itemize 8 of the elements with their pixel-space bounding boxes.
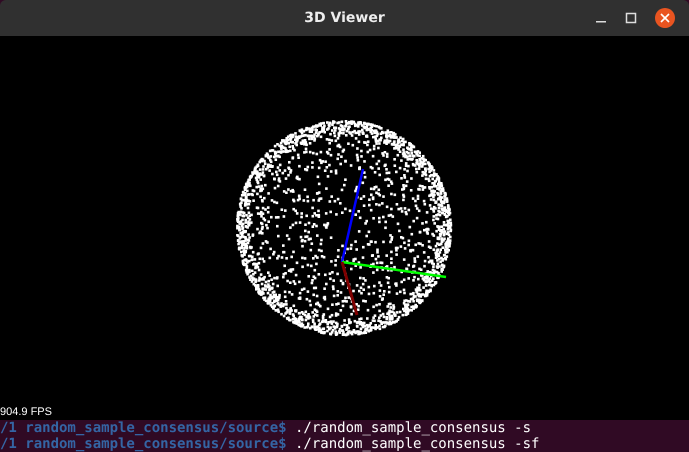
maximize-button[interactable] bbox=[625, 12, 637, 24]
terminal-command: ./random_sample_consensus -sf bbox=[294, 436, 540, 452]
prompt-path: /1 random_sample_consensus/source$ bbox=[0, 436, 287, 452]
window-title: 3D Viewer bbox=[304, 8, 385, 28]
close-button[interactable] bbox=[655, 8, 675, 28]
terminal-command: ./random_sample_consensus -s bbox=[294, 420, 532, 436]
prompt-path: /1 random_sample_consensus/source$ bbox=[0, 420, 287, 436]
fps-counter: 904.9 FPS bbox=[0, 407, 52, 418]
